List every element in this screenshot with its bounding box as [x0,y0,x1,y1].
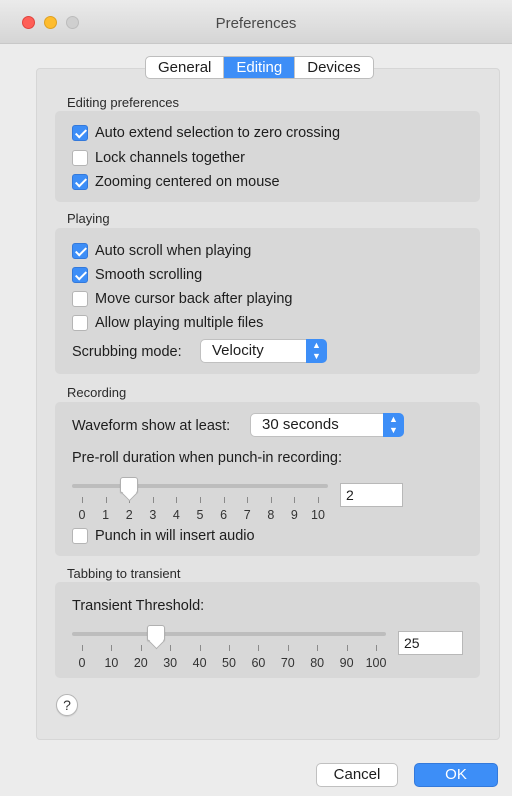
checkbox-label: Auto extend selection to zero crossing [95,125,341,141]
slider-tick [152,497,154,503]
slider-tick-label: 30 [163,656,178,670]
slider-tick-label: 2 [125,508,133,522]
checkbox-smooth-scrolling[interactable]: Smooth scrolling [72,266,202,284]
editing-section-title: Editing preferences [67,95,180,110]
slider-tick-label: 7 [243,508,251,522]
checkbox-box[interactable] [72,125,88,141]
checkbox-label: Auto scroll when playing [95,243,252,259]
slider-tick [346,645,348,651]
slider-tick-label: 40 [192,656,207,670]
slider-tick-label: 1 [102,508,110,522]
slider-knob[interactable] [120,477,139,493]
checkbox-box[interactable] [72,243,88,259]
slider-track[interactable] [72,484,328,488]
checkbox-box[interactable] [72,174,88,190]
waveform-label: Waveform show at least: [72,418,231,434]
slider-tick [247,497,249,503]
slider-tick [376,645,377,651]
slider-tick [287,645,289,651]
slider-tick-label: 60 [251,656,266,670]
title-bar[interactable]: Preferences [0,0,512,44]
checkbox-zoom-centered[interactable]: Zooming centered on mouse [72,173,280,191]
checkbox-box[interactable] [72,267,88,283]
checkbox-box[interactable] [72,315,88,331]
transient-section-title: Tabbing to transient [67,566,181,581]
slider-tick-label: 0 [78,508,86,522]
slider-tick-label: 5 [196,508,204,522]
slider-tick [199,645,201,651]
slider-tick [200,497,201,503]
checkbox-box[interactable] [72,291,88,307]
slider-tick-label: 50 [222,656,236,670]
checkbox-label: Smooth scrolling [95,267,203,283]
chevron-updown-icon: ▲ ▼ [383,413,404,437]
slider-tick [140,645,142,651]
chevron-updown-icon: ▲ ▼ [306,339,327,363]
checkbox-label: Lock channels together [95,150,245,166]
waveform-duration-select[interactable]: 30 seconds ▲ ▼ [250,413,404,437]
slider-tick [258,645,260,651]
slider-knob[interactable] [146,625,165,641]
slider-tick [270,497,272,503]
slider-tick-label: 20 [133,656,148,670]
slider-tick [82,497,83,503]
slider-tick-label: 3 [149,508,157,522]
slider-tick-label: 8 [267,508,275,522]
preferences-window: Preferences General Editing Devices Edit… [0,0,512,796]
tab-bar: General Editing Devices [145,56,374,79]
slider-tick-label: 4 [172,508,180,522]
slider-tick-label: 100 [365,656,387,670]
slider-tick [105,497,107,503]
slider-tick [170,645,172,651]
checkbox-auto-scroll[interactable]: Auto scroll when playing [72,242,251,260]
slider-tick [176,497,178,503]
slider-tick-label: 70 [280,656,295,670]
checkbox-multiple-files[interactable]: Allow playing multiple files [72,314,263,332]
playing-section-title: Playing [67,211,110,226]
tab-editing[interactable]: Editing [224,57,296,78]
waveform-duration-value: 30 seconds [262,416,339,433]
slider-tick-label: 9 [290,508,298,522]
slider-tick-label: 0 [78,656,86,670]
slider-tick-label: 80 [310,656,325,670]
transient-threshold-label: Transient Threshold: [72,598,205,614]
slider-tick-label: 10 [104,656,119,670]
slider-tick-label: 6 [220,508,228,522]
checkbox-box[interactable] [72,528,88,544]
slider-tick [229,645,230,651]
slider-tick [294,497,296,503]
transient-threshold-field[interactable]: 25 [398,631,463,655]
checkbox-box[interactable] [72,150,88,166]
window-title: Preferences [215,15,297,32]
checkbox-lock-channels[interactable]: Lock channels together [72,149,245,167]
slider-tick [318,497,319,503]
slider-tick-label: 10 [311,508,325,522]
slider-tick-label: 90 [339,656,354,670]
checkbox-label: Zooming centered on mouse [95,174,280,190]
help-button[interactable]: ? [56,694,78,716]
slider-tick [82,645,83,651]
recording-section-title: Recording [67,385,127,400]
cancel-button[interactable]: Cancel [316,763,398,787]
preroll-duration-field[interactable]: 2 [340,483,403,507]
slider-track[interactable] [72,632,386,636]
tab-general[interactable]: General [146,57,225,78]
slider-tick [317,645,319,651]
checkbox-move-cursor-back[interactable]: Move cursor back after playing [72,290,292,308]
slider-tick [111,645,113,651]
slider-tick [223,497,225,503]
checkbox-auto-extend-selection[interactable]: Auto extend selection to zero crossing [72,124,340,142]
checkbox-punch-in-insert[interactable]: Punch in will insert audio [72,527,255,545]
checkbox-label: Punch in will insert audio [95,528,255,544]
preroll-label: Pre-roll duration when punch-in recordin… [72,450,343,466]
ok-button[interactable]: OK [414,763,498,787]
checkbox-label: Move cursor back after playing [95,291,293,307]
scrubbing-mode-label: Scrubbing mode: [72,344,182,360]
scrubbing-mode-select[interactable]: Velocity ▲ ▼ [200,339,327,363]
scrubbing-mode-value: Velocity [212,342,264,359]
checkbox-label: Allow playing multiple files [95,315,264,331]
tab-devices[interactable]: Devices [295,57,372,78]
